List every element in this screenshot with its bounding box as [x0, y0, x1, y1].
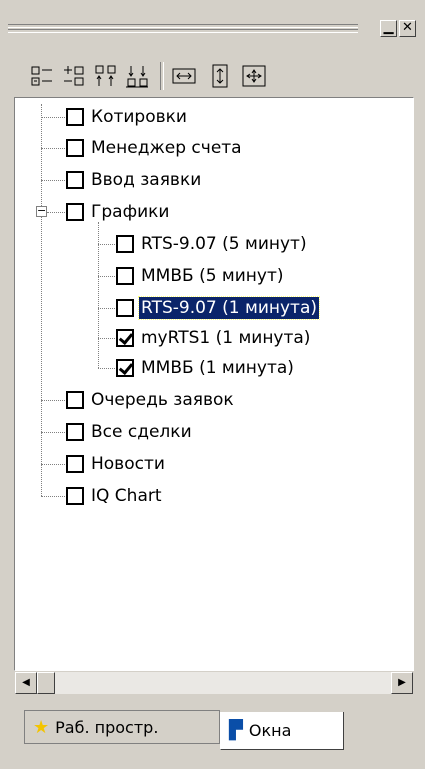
panel-titlebar: ▁ ✕: [0, 0, 425, 40]
scroll-right-button[interactable]: ▶: [391, 672, 413, 694]
tree-item-label: Очередь заявок: [91, 390, 234, 410]
move-up-icon: [95, 65, 116, 86]
expand-all-icon: [31, 66, 52, 86]
tab-workspace[interactable]: ★ Раб. простр.: [24, 710, 220, 744]
tab-label: Раб. простр.: [55, 717, 159, 737]
tree-item-order-queue[interactable]: Очередь заявок: [66, 387, 236, 413]
tree-connector: [41, 117, 65, 118]
grip-line: [8, 24, 358, 28]
tree-item-label: RTS-9.07 (5 минут): [141, 234, 307, 254]
tree-item-chart-rts-1m[interactable]: RTS-9.07 (1 минута): [116, 295, 320, 321]
tree-item-checkbox[interactable]: [66, 487, 84, 505]
tree-connector: [41, 148, 65, 149]
window-icon: ▛: [229, 720, 243, 741]
tree-item-label: Графики: [91, 202, 170, 222]
fit-both-icon: [242, 65, 266, 87]
tree-item-checkbox[interactable]: [116, 299, 134, 317]
tree-item-label-selected: RTS-9.07 (1 минута): [138, 296, 320, 320]
fit-width-button[interactable]: [172, 64, 196, 88]
windows-tree[interactable]: − Котировки Менеджер счета Ввод заявки Г…: [14, 97, 414, 671]
tree-item-label: Новости: [91, 454, 165, 474]
tree-connector: [98, 244, 115, 245]
close-button[interactable]: ✕: [399, 20, 416, 37]
tree-item-label: Все сделки: [91, 422, 192, 442]
tree-item-label: Котировки: [91, 107, 187, 127]
tree-item-chart-micex-1m[interactable]: ММВБ (1 минута): [116, 355, 296, 381]
minimize-button[interactable]: ▁: [380, 20, 397, 37]
minimize-icon: ▁: [383, 20, 394, 35]
tab-label: Окна: [248, 721, 292, 740]
tree-item-checkbox[interactable]: [116, 359, 134, 377]
tree-item-label: ММВБ (1 минута): [141, 358, 294, 378]
tree-item-checkbox[interactable]: [66, 455, 84, 473]
tree-connector: [47, 212, 65, 213]
tree-item-checkbox[interactable]: [66, 139, 84, 157]
tree-item-checkbox[interactable]: [66, 203, 84, 221]
tree-item-label: ММВБ (5 минут): [141, 266, 284, 286]
minus-icon: −: [37, 204, 47, 217]
tree-connector: [98, 338, 115, 339]
tree-connector: [41, 432, 65, 433]
tree-item-chart-micex-5m[interactable]: ММВБ (5 минут): [116, 263, 286, 289]
tree-item-chart-rts-5m[interactable]: RTS-9.07 (5 минут): [116, 231, 309, 257]
tree-connector: [41, 180, 65, 181]
grip-line: [8, 29, 358, 33]
tree-connector: [98, 368, 115, 369]
tree-connector: [41, 400, 65, 401]
fit-width-icon: [172, 68, 196, 84]
collapse-toggle[interactable]: −: [36, 204, 47, 217]
tree-connector: [98, 308, 115, 309]
bottom-tabs: ★ Раб. простр. ▛ Окна: [0, 700, 425, 769]
expand-all-button[interactable]: [30, 64, 54, 88]
tree-connector: [98, 276, 115, 277]
tree-item-label: myRTS1 (1 минута): [141, 328, 311, 348]
tree-item-label: Менеджер счета: [91, 138, 242, 158]
tree-item-iq-chart[interactable]: IQ Chart: [66, 483, 164, 509]
tree-item-checkbox[interactable]: [66, 423, 84, 441]
move-down-button[interactable]: [126, 64, 150, 88]
fit-both-button[interactable]: [242, 64, 266, 88]
collapse-all-button[interactable]: [62, 64, 86, 88]
tab-windows[interactable]: ▛ Окна: [220, 712, 344, 750]
arrow-left-icon: ◀: [22, 677, 30, 688]
tree-connector: [41, 104, 42, 496]
tree-item-label: IQ Chart: [91, 486, 162, 506]
tree-item-quotes[interactable]: Котировки: [66, 104, 189, 130]
tree-item-all-trades[interactable]: Все сделки: [66, 419, 194, 445]
scroll-thumb[interactable]: [37, 672, 55, 694]
toolbar-separator: [160, 62, 164, 90]
horizontal-scrollbar[interactable]: ◀ ▶: [15, 672, 413, 694]
tree-item-account-manager[interactable]: Менеджер счета: [66, 135, 244, 161]
close-icon: ✕: [402, 20, 413, 35]
arrow-right-icon: ▶: [398, 677, 406, 688]
tree-item-chart-myrts1-1m[interactable]: myRTS1 (1 минута): [116, 325, 312, 351]
tree-connector: [41, 496, 65, 497]
tree-item-order-entry[interactable]: Ввод заявки: [66, 167, 203, 193]
tree-item-checkbox[interactable]: [66, 171, 84, 189]
collapse-all-icon: [64, 66, 84, 86]
move-up-button[interactable]: [94, 64, 118, 88]
tree-item-charts[interactable]: Графики: [66, 199, 171, 225]
tree-item-checkbox[interactable]: [66, 108, 84, 126]
fit-height-icon: [212, 64, 228, 88]
star-icon: ★: [33, 716, 50, 738]
fit-height-button[interactable]: [208, 64, 232, 88]
tree-item-checkbox[interactable]: [116, 235, 134, 253]
tree-item-checkbox[interactable]: [116, 267, 134, 285]
tree-item-checkbox[interactable]: [116, 329, 134, 347]
move-down-icon: [126, 66, 148, 88]
tree-item-label: Ввод заявки: [91, 170, 202, 190]
scroll-left-button[interactable]: ◀: [15, 672, 37, 694]
toolbar: [6, 50, 416, 95]
tree-item-news[interactable]: Новости: [66, 451, 167, 477]
tree-item-checkbox[interactable]: [66, 391, 84, 409]
tree-connector: [41, 464, 65, 465]
